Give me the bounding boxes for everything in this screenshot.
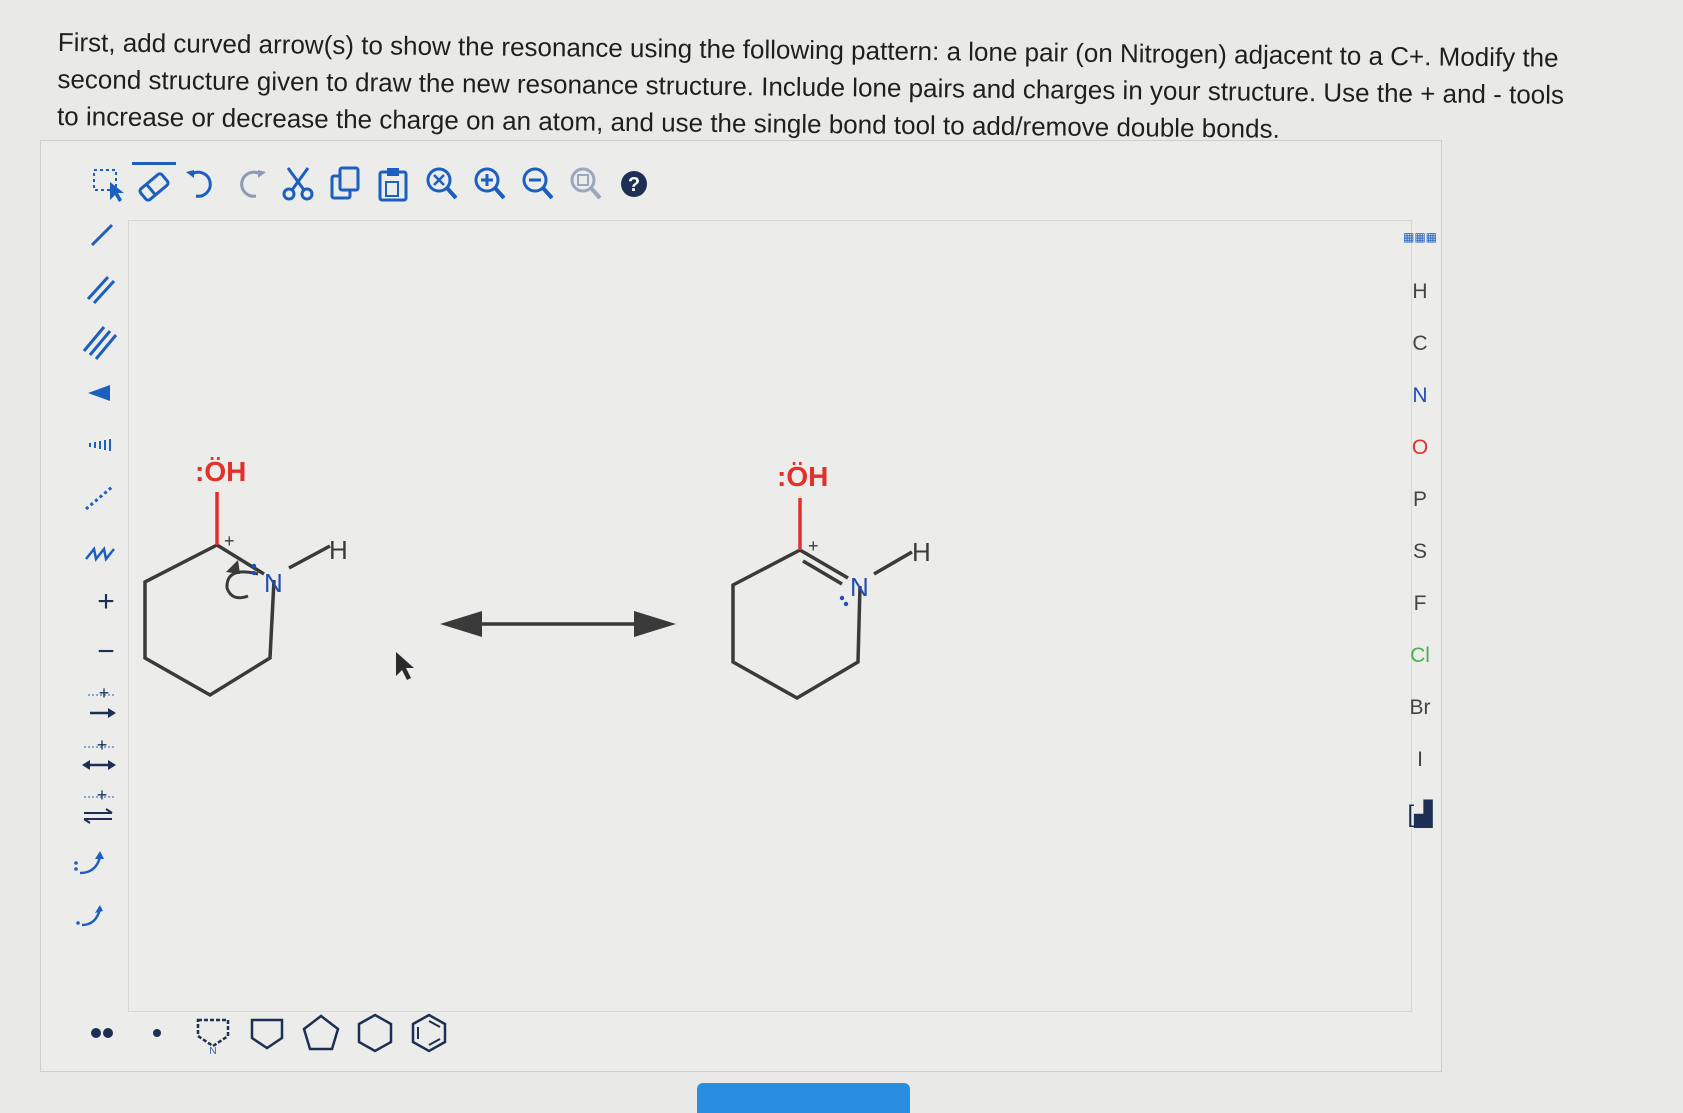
zoom-reset-icon[interactable]: [564, 162, 608, 206]
resonance-arrow-icon[interactable]: +: [40, 735, 120, 779]
select-tool-icon[interactable]: [88, 162, 132, 206]
svg-text:+: +: [99, 683, 110, 703]
element-f[interactable]: F: [1390, 592, 1450, 616]
svg-text:+: +: [97, 735, 108, 755]
element-s[interactable]: S: [1390, 540, 1450, 564]
svg-text:+: +: [97, 787, 108, 805]
zoom-out-icon[interactable]: [516, 162, 560, 206]
cyclobutane-ring-icon[interactable]: [244, 1010, 290, 1056]
cyclopentane-ring-icon[interactable]: [298, 1010, 344, 1056]
triple-bond-icon[interactable]: [40, 319, 120, 363]
lone-pair-icon[interactable]: [80, 1010, 126, 1056]
help-icon[interactable]: ?: [612, 162, 656, 206]
benzene-ring-icon[interactable]: [406, 1010, 452, 1056]
question-text: First, add curved arrow(s) to show the r…: [56, 26, 1565, 144]
cut-icon[interactable]: [276, 162, 320, 206]
paste-icon[interactable]: [372, 162, 416, 206]
copy-icon[interactable]: [324, 162, 368, 206]
zoom-fit-icon[interactable]: [420, 162, 464, 206]
minus-charge-icon[interactable]: −: [40, 631, 120, 675]
element-cl[interactable]: Cl: [1390, 644, 1450, 668]
bottom-toolbar: N: [80, 1010, 480, 1060]
drawing-canvas[interactable]: [128, 220, 1412, 1012]
element-palette: ▦▦▦ H C N O P S F Cl Br I [▟: [1390, 230, 1450, 858]
plus-charge-label: +: [97, 585, 115, 618]
eraser-icon[interactable]: [132, 162, 176, 209]
undo-icon[interactable]: [180, 162, 224, 206]
minus-charge-label: −: [97, 635, 115, 668]
cyclohexane-ring-icon[interactable]: [352, 1010, 398, 1056]
element-o[interactable]: O: [1390, 436, 1450, 460]
wedge-bond-icon[interactable]: [40, 371, 120, 415]
redo-icon[interactable]: [228, 162, 272, 206]
help-label: ?: [628, 174, 640, 196]
left-toolbar: + − + + +: [40, 215, 120, 975]
hash-bond-icon[interactable]: [40, 423, 120, 467]
radical-icon[interactable]: [134, 1010, 180, 1056]
dashed-bond-icon[interactable]: [40, 475, 120, 519]
wavy-bond-icon[interactable]: [40, 527, 120, 571]
submit-button[interactable]: [697, 1083, 910, 1113]
element-p[interactable]: P: [1390, 488, 1450, 512]
element-n[interactable]: N: [1390, 384, 1450, 408]
plus-charge-icon[interactable]: +: [40, 579, 120, 623]
element-h[interactable]: H: [1390, 280, 1450, 304]
pyrrolidine-ring-icon[interactable]: N: [190, 1010, 236, 1057]
periodic-table-icon[interactable]: ▦▦▦: [1390, 230, 1450, 244]
element-c[interactable]: C: [1390, 332, 1450, 356]
element-i[interactable]: I: [1390, 748, 1450, 772]
bracket-icon[interactable]: [▟: [1390, 800, 1450, 829]
single-bond-icon[interactable]: [40, 215, 120, 259]
svg-text:N: N: [209, 1046, 216, 1056]
element-br[interactable]: Br: [1390, 696, 1450, 720]
zoom-in-icon[interactable]: [468, 162, 512, 206]
forward-arrow-icon[interactable]: +: [40, 683, 120, 727]
equilibrium-arrow-icon[interactable]: +: [40, 785, 120, 831]
curved-arrow-double-icon[interactable]: [40, 839, 120, 883]
double-bond-icon[interactable]: [40, 267, 120, 311]
curved-arrow-single-icon[interactable]: [40, 891, 120, 935]
